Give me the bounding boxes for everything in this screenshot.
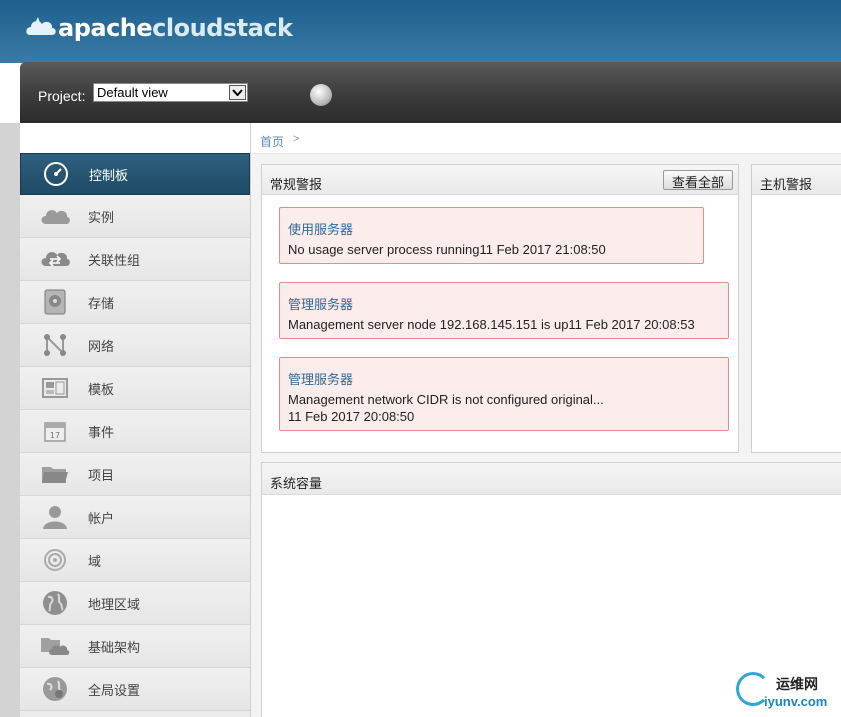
cloud-icon [40,202,70,230]
project-label: Project: [38,88,86,104]
alert-message: Management network CIDR is not configure… [288,392,604,407]
panel-header: 主机警报 [752,165,841,195]
panel-title: 系统容量 [270,476,323,491]
sidebar-item-domains[interactable]: 域 [20,539,250,582]
sidebar-item-storage[interactable]: 存储 [20,281,250,324]
sidebar-item-instances[interactable]: 实例 [20,195,250,238]
domain-icon [40,546,70,574]
sidebar-item-label: 网络 [88,338,115,354]
host-alerts-panel: 主机警报 [751,164,841,453]
alert-item: 管理服务器 Management network CIDR is not con… [279,357,729,431]
calendar-icon: 17 [40,417,70,445]
sidebar-item-global-settings[interactable]: 全局设置 [20,668,250,711]
breadcrumb-home-link[interactable]: 首页 [260,133,284,150]
panel-title: 主机警报 [760,177,813,192]
sidebar-item-label: 全局设置 [88,682,141,698]
project-bar: Project: Default view [20,62,841,123]
alert-title-link[interactable]: 管理服务器 [288,294,353,313]
breadcrumb-separator: > [293,133,300,145]
sidebar-item-label: 模板 [88,381,115,397]
sidebar-top-spacer [20,123,250,153]
sidebar-item-label: 控制板 [89,167,129,183]
sidebar-item-label: 项目 [88,467,115,483]
watermark-logo: 运维网 iyunv.com [736,670,836,714]
logo-text: apachecloudstack [58,14,293,42]
watermark-url: iyunv.com [764,694,828,709]
logo-cloud-icon [24,13,58,43]
disk-icon [40,288,70,316]
alert-item: 管理服务器 Management server node 192.168.145… [279,282,729,339]
sidebar-item-accounts[interactable]: 帐户 [20,496,250,539]
sidebar-item-label: 存储 [88,295,115,311]
panel-title: 常规警报 [270,177,323,192]
sidebar-item-label: 帐户 [88,510,115,526]
sidebar-item-label: 地理区域 [88,596,141,612]
alert-timestamp: 11 Feb 2017 20:08:50 [288,409,415,424]
cloud-sync-icon [40,245,70,273]
sidebar-item-label: 事件 [88,424,115,440]
project-selected-value: Default view [97,85,168,100]
sidebar: 控制板 实例 关联性组 存储 网络 模板 17 事件 项目 帐户 域 地理区域 … [20,123,251,717]
chevron-down-icon[interactable] [229,85,246,100]
sidebar-item-templates[interactable]: 模板 [20,367,250,410]
alert-item: 使用服务器 No usage server process running11 … [279,207,704,264]
sidebar-item-projects[interactable]: 项目 [20,453,250,496]
sidebar-item-regions[interactable]: 地理区域 [20,582,250,625]
project-select[interactable]: Default view [93,83,248,102]
template-icon [40,374,70,402]
alert-message: No usage server process running11 Feb 20… [288,242,606,257]
globe-icon [40,589,70,617]
infrastructure-icon [40,632,70,660]
sidebar-item-network[interactable]: 网络 [20,324,250,367]
sidebar-item-label: 基础架构 [88,639,141,655]
breadcrumb: 首页 > [251,123,841,154]
view-all-button[interactable]: 查看全部 [662,170,733,190]
left-edge-strip [0,123,20,717]
sidebar-item-infrastructure[interactable]: 基础架构 [20,625,250,668]
global-settings-icon [40,675,70,703]
folder-icon [40,460,70,488]
sidebar-item-events[interactable]: 17 事件 [20,410,250,453]
watermark-text: 运维网 [776,676,818,692]
sidebar-item-affinity-groups[interactable]: 关联性组 [20,238,250,281]
panel-header: 系统容量 [262,463,841,495]
sidebar-item-label: 实例 [88,209,115,225]
sidebar-item-dashboard[interactable]: 控制板 [20,153,250,195]
panel-header: 常规警报 查看全部 [262,165,738,195]
svg-text:17: 17 [50,431,60,440]
alert-title-link[interactable]: 使用服务器 [288,219,353,238]
alert-title-link[interactable]: 管理服务器 [288,369,353,388]
user-icon [40,503,70,531]
sidebar-item-label: 域 [88,553,102,569]
top-header: apachecloudstack [0,0,841,63]
general-alerts-panel: 常规警报 查看全部 使用服务器 No usage server process … [261,164,739,453]
sidebar-item-label: 关联性组 [88,252,141,268]
dashboard-icon [41,160,71,188]
alert-message: Management server node 192.168.145.151 i… [288,317,695,332]
globe-icon[interactable] [310,84,332,106]
main-content: 首页 > 常规警报 查看全部 使用服务器 No usage server pro… [251,123,841,717]
network-icon [40,331,70,359]
cloudstack-logo[interactable]: apachecloudstack [24,10,293,46]
